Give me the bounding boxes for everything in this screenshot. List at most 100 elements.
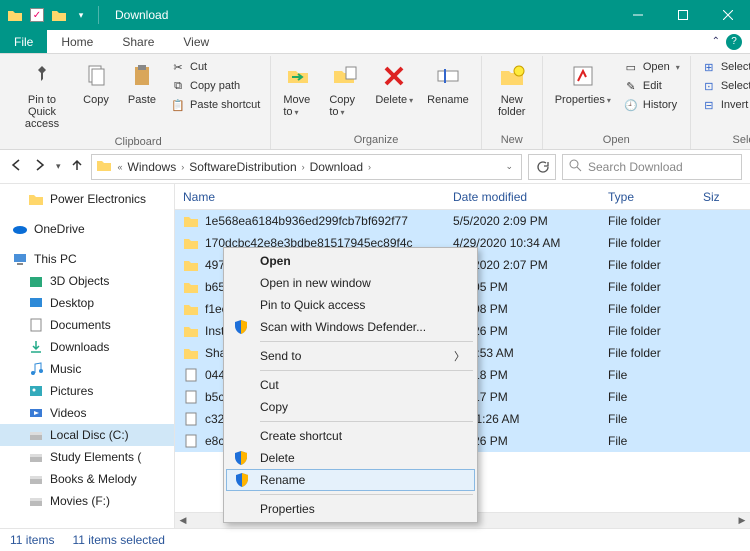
view-tab[interactable]: View xyxy=(169,30,224,53)
maximize-button[interactable] xyxy=(660,0,705,30)
nav-item[interactable]: Downloads xyxy=(0,336,174,358)
history-button[interactable]: 🕘History xyxy=(619,96,684,114)
share-tab[interactable]: Share xyxy=(108,30,169,53)
select-all-button[interactable]: ⊞Select all xyxy=(697,58,750,76)
properties-icon xyxy=(567,60,599,92)
ribbon-clipboard: Pin to Quick access Copy Paste ✂Cut ⧉Cop… xyxy=(6,56,271,149)
copy-button[interactable]: Copy xyxy=(74,56,118,110)
context-menu-item[interactable]: Send to〉 xyxy=(226,345,475,367)
qat-overflow-icon[interactable]: ▾ xyxy=(72,6,90,24)
search-box[interactable]: Search Download xyxy=(562,154,742,180)
address-bar[interactable]: « Windows› SoftwareDistribution› Downloa… xyxy=(91,154,522,180)
edit-button[interactable]: ✎Edit xyxy=(619,77,684,95)
context-menu-item[interactable]: Cut xyxy=(226,374,475,396)
column-size[interactable]: Siz xyxy=(695,190,750,204)
nav-item[interactable]: Desktop xyxy=(0,292,174,314)
cut-button[interactable]: ✂Cut xyxy=(166,58,264,76)
nav-item[interactable]: Pictures xyxy=(0,380,174,402)
nav-item[interactable]: Documents xyxy=(0,314,174,336)
minimize-button[interactable] xyxy=(615,0,660,30)
onedrive-icon xyxy=(12,221,28,237)
context-menu-item[interactable]: Create shortcut xyxy=(226,425,475,447)
column-type[interactable]: Type xyxy=(600,190,695,204)
back-button[interactable] xyxy=(8,157,24,176)
folder-icon xyxy=(6,6,24,24)
folder-icon xyxy=(28,191,44,207)
context-menu-item[interactable]: Delete xyxy=(226,447,475,469)
refresh-button[interactable] xyxy=(528,154,556,180)
new-folder-button[interactable]: New folder xyxy=(488,56,536,122)
chevron-up-icon[interactable]: ⌃ xyxy=(712,36,720,47)
move-to-button[interactable]: Move to▾ xyxy=(277,56,321,122)
nav-item[interactable]: Study Elements ( xyxy=(0,446,174,468)
folder-icon xyxy=(96,157,112,176)
home-tab[interactable]: Home xyxy=(47,30,108,53)
context-menu[interactable]: OpenOpen in new windowPin to Quick acces… xyxy=(223,247,478,523)
window-title: Download xyxy=(115,8,168,22)
recent-dropdown[interactable]: ▾ xyxy=(56,161,61,172)
select-all-icon: ⊞ xyxy=(701,59,717,75)
scroll-left-button[interactable]: ◀ xyxy=(175,513,191,529)
column-date[interactable]: Date modified xyxy=(445,190,600,204)
paste-shortcut-button[interactable]: 📋Paste shortcut xyxy=(166,96,264,114)
nav-item[interactable]: Local Disc (C:) xyxy=(0,424,174,446)
forward-button[interactable] xyxy=(32,157,48,176)
folder-icon xyxy=(183,279,199,295)
column-headers[interactable]: Name Date modified Type Siz xyxy=(175,184,750,210)
nav-item[interactable]: Movies (F:) xyxy=(0,490,174,512)
up-button[interactable] xyxy=(69,157,85,176)
paste-shortcut-icon: 📋 xyxy=(170,97,186,113)
qat-checkbox-icon[interactable]: ✓ xyxy=(28,6,46,24)
context-menu-item[interactable]: Scan with Windows Defender... xyxy=(226,316,475,338)
select-none-button[interactable]: ⊡Select none xyxy=(697,77,750,95)
context-menu-item[interactable]: Open xyxy=(226,250,475,272)
nav-item[interactable]: 3D Objects xyxy=(0,270,174,292)
chevron-right-icon: 〉 xyxy=(454,348,465,364)
file-tab[interactable]: File xyxy=(0,30,47,53)
delete-icon xyxy=(378,60,410,92)
help-icon[interactable]: ? xyxy=(726,34,742,50)
nav-item[interactable]: Videos xyxy=(0,402,174,424)
rename-button[interactable]: Rename xyxy=(421,56,475,110)
context-menu-item[interactable]: Pin to Quick access xyxy=(226,294,475,316)
context-menu-item[interactable]: Open in new window xyxy=(226,272,475,294)
nav-item[interactable]: OneDrive xyxy=(0,218,174,240)
nav-item[interactable]: Music xyxy=(0,358,174,380)
edit-icon: ✎ xyxy=(623,78,639,94)
close-button[interactable] xyxy=(705,0,750,30)
nav-item[interactable]: Power Electronics xyxy=(0,188,174,210)
qat-folder-icon[interactable] xyxy=(50,6,68,24)
item-count: 11 items xyxy=(10,533,54,547)
docs-icon xyxy=(28,317,44,333)
desktop-icon xyxy=(28,295,44,311)
properties-button[interactable]: Properties▾ xyxy=(549,56,617,110)
nav-item[interactable]: Books & Melody xyxy=(0,468,174,490)
copy-path-button[interactable]: ⧉Copy path xyxy=(166,77,264,95)
column-name[interactable]: Name xyxy=(175,190,445,204)
ribbon-organize: Move to▾ Copy to▾ Delete▾ Rename Organiz… xyxy=(271,56,481,149)
file-icon xyxy=(183,389,199,405)
delete-button[interactable]: Delete▾ xyxy=(369,56,419,110)
pin-quick-access-button[interactable]: Pin to Quick access xyxy=(12,56,72,134)
cut-icon: ✂ xyxy=(170,59,186,75)
invert-selection-button[interactable]: ⊟Invert selection xyxy=(697,96,750,114)
table-row[interactable]: 1e568ea6184b936ed299fcb7bf692f775/5/2020… xyxy=(175,210,750,232)
scroll-right-button[interactable]: ▶ xyxy=(734,513,750,529)
menu-tabs: File Home Share View ⌃ ? xyxy=(0,30,750,54)
navigation-pane[interactable]: Power Electronics OneDrive This PC3D Objec… xyxy=(0,184,175,528)
invert-selection-icon: ⊟ xyxy=(701,97,717,113)
copy-to-button[interactable]: Copy to▾ xyxy=(323,56,367,122)
open-button[interactable]: ▭Open▾ xyxy=(619,58,684,76)
folder-icon xyxy=(183,213,199,229)
drive-icon xyxy=(28,449,44,465)
address-dropdown[interactable]: ⌄ xyxy=(505,161,517,172)
paste-button[interactable]: Paste xyxy=(120,56,164,110)
copy-to-icon xyxy=(329,60,361,92)
open-icon: ▭ xyxy=(623,59,639,75)
new-folder-icon xyxy=(496,60,528,92)
context-menu-item[interactable]: Rename xyxy=(226,469,475,491)
context-menu-item[interactable]: Properties xyxy=(226,498,475,520)
drive-icon xyxy=(28,493,44,509)
context-menu-item[interactable]: Copy xyxy=(226,396,475,418)
nav-item[interactable]: This PC xyxy=(0,248,174,270)
